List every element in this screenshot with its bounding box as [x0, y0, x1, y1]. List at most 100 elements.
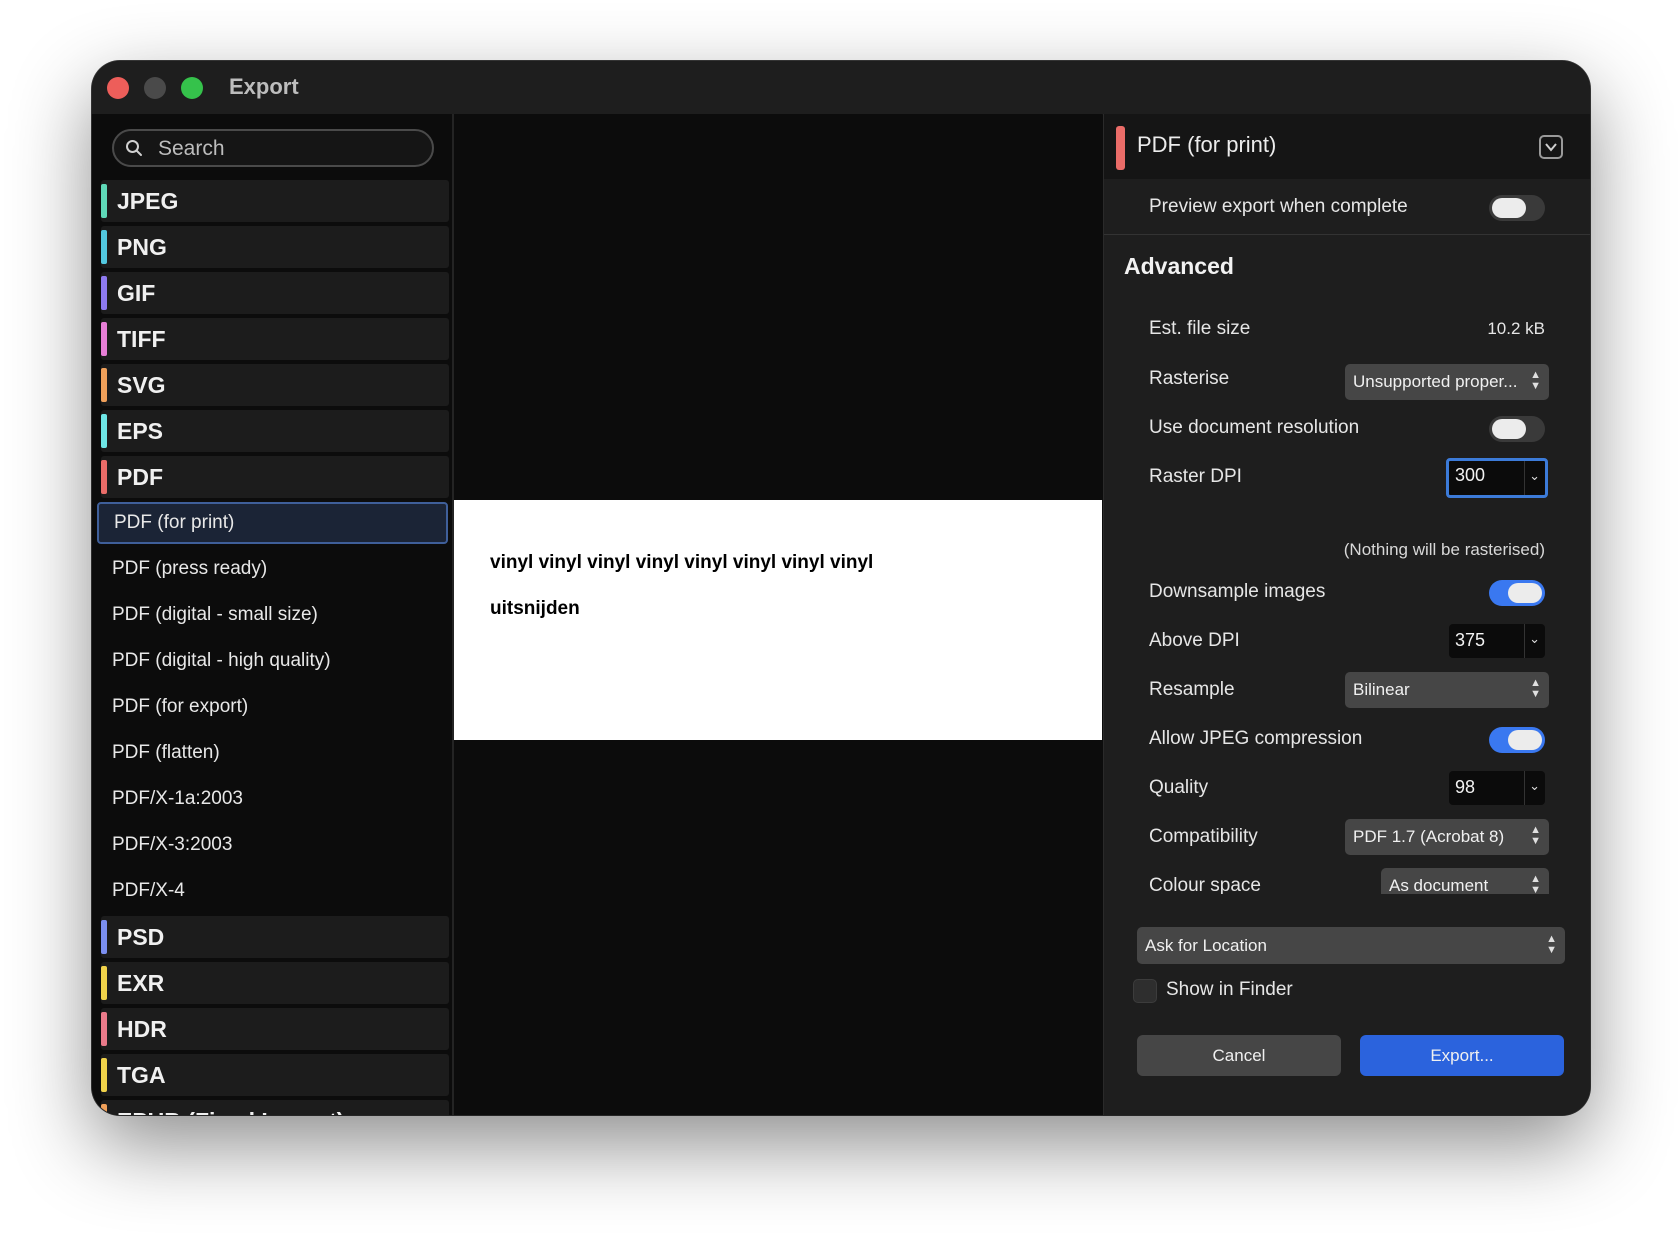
allow-jpeg-compression-label: Allow JPEG compression [1149, 728, 1363, 749]
format-category-jpeg[interactable]: JPEG [101, 180, 449, 222]
format-category-label: EPUB (Fixed Layout) [117, 1108, 344, 1115]
show-in-finder-label[interactable]: Show in Finder [1166, 979, 1293, 1001]
raster-dpi-label: Raster DPI [1149, 466, 1242, 487]
category-color-bar [101, 1058, 107, 1092]
quality-label: Quality [1149, 777, 1209, 798]
format-category-pdf[interactable]: PDF [101, 456, 449, 498]
updown-arrows-icon: ▲ ▼ [1530, 369, 1541, 392]
export-button[interactable]: Export... [1360, 1035, 1564, 1076]
minimize-window-button[interactable] [144, 77, 166, 99]
category-color-bar [101, 276, 107, 310]
zoom-window-button[interactable] [181, 77, 203, 99]
format-preset-label: PDF (press ready) [112, 558, 268, 579]
format-category-tiff[interactable]: TIFF [101, 318, 449, 360]
rasterise-select[interactable]: Unsupported proper... ▲ ▼ [1345, 364, 1549, 400]
search-field[interactable] [112, 129, 434, 167]
category-color-bar [101, 368, 107, 402]
preview-when-complete-toggle[interactable] [1489, 195, 1545, 221]
colour-space-value: As document [1389, 876, 1489, 895]
category-color-bar [101, 184, 107, 218]
format-category-label: PDF [117, 464, 163, 490]
window-title: Export [229, 74, 299, 99]
location-value: Ask for Location [1145, 936, 1267, 955]
preset-header: PDF (for print) [1104, 114, 1590, 179]
format-category-label: PNG [117, 234, 167, 260]
raster-note: (Nothing will be rasterised) [1343, 540, 1545, 559]
updown-arrows-icon: ▲ ▼ [1530, 677, 1541, 700]
format-category-hdr[interactable]: HDR [101, 1008, 449, 1050]
format-preset-item[interactable]: PDF/X-3:2003 [97, 824, 447, 866]
format-preset-label: PDF (digital - high quality) [112, 650, 331, 671]
updown-arrows-icon: ▲ ▼ [1530, 824, 1541, 847]
format-preset-item[interactable]: PDF/X-4 [97, 870, 447, 912]
format-category-label: GIF [117, 280, 156, 306]
chevron-down-icon[interactable]: ⌄ [1529, 778, 1540, 794]
compatibility-label: Compatibility [1149, 826, 1258, 847]
format-category-label: TIFF [117, 326, 166, 352]
resample-label: Resample [1149, 679, 1235, 700]
format-sidebar: JPEG PNG GIF TIFF SVG EPS PDF PDF (for print) PD… [92, 114, 454, 1115]
raster-dpi-value: 300 [1455, 465, 1486, 485]
format-category-label: HDR [117, 1016, 167, 1042]
above-dpi-value: 375 [1455, 630, 1486, 650]
compatibility-select[interactable]: PDF 1.7 (Acrobat 8) ▲ ▼ [1345, 819, 1549, 855]
format-category-gif[interactable]: GIF [101, 272, 449, 314]
resample-value: Bilinear [1353, 680, 1410, 699]
advanced-section-title: Advanced [1124, 253, 1234, 279]
category-color-bar [101, 414, 107, 448]
format-category-png[interactable]: PNG [101, 226, 449, 268]
settings-panel: PDF (for print) Preview export when comp… [1103, 114, 1590, 1115]
cancel-button[interactable]: Cancel [1137, 1035, 1341, 1076]
rasterise-value: Unsupported proper... [1353, 372, 1518, 391]
close-window-button[interactable] [107, 77, 129, 99]
toggle-knob [1492, 198, 1526, 218]
downsample-images-toggle[interactable] [1489, 580, 1545, 606]
format-preset-item[interactable]: PDF (flatten) [97, 732, 447, 774]
allow-jpeg-compression-toggle[interactable] [1489, 727, 1545, 753]
use-document-resolution-label: Use document resolution [1149, 417, 1360, 438]
preview-when-complete-label: Preview export when complete [1149, 196, 1408, 217]
chevron-down-icon [1545, 143, 1557, 152]
format-category-svg[interactable]: SVG [101, 364, 449, 406]
resample-select[interactable]: Bilinear ▲ ▼ [1345, 672, 1549, 708]
preview-page: vinyl vinyl vinyl vinyl vinyl vinyl viny… [454, 500, 1102, 740]
format-preset-label: PDF (flatten) [112, 742, 220, 763]
format-preset-label: PDF (digital - small size) [112, 604, 318, 625]
format-category-label: EPS [117, 418, 164, 444]
collapse-panel-button[interactable] [1539, 135, 1563, 159]
location-select[interactable]: Ask for Location ▲ ▼ [1137, 927, 1565, 964]
use-document-resolution-toggle[interactable] [1489, 416, 1545, 442]
combo-separator [1524, 771, 1525, 805]
chevron-down-icon[interactable]: ⌄ [1529, 631, 1540, 647]
search-icon [126, 140, 142, 156]
combo-separator [1524, 624, 1525, 658]
format-category-tga[interactable]: TGA [101, 1054, 449, 1096]
show-in-finder-checkbox[interactable] [1133, 979, 1157, 1003]
format-preset-item[interactable]: PDF (digital - small size) [97, 594, 447, 636]
format-preset-item[interactable]: PDF/X-1a:2003 [97, 778, 447, 820]
export-window: Export JPEG PNG GIF TIFF SVG EPS PDF PDF (for p… [92, 61, 1590, 1115]
above-dpi-combo[interactable]: 375 ⌄ [1449, 624, 1545, 658]
format-preset-label: PDF (for export) [112, 696, 249, 717]
format-preset-item[interactable]: PDF (press ready) [97, 548, 447, 590]
raster-dpi-combo[interactable]: 300 ⌄ [1446, 458, 1548, 498]
quality-combo[interactable]: 98 ⌄ [1449, 771, 1545, 805]
format-preset-item[interactable]: PDF (for print) [97, 502, 448, 544]
preset-color-marker [1116, 126, 1125, 170]
format-category-epub-fixed-layout-[interactable]: EPUB (Fixed Layout) [101, 1100, 449, 1115]
search-input[interactable] [156, 134, 420, 164]
format-category-psd[interactable]: PSD [101, 916, 449, 958]
format-preset-item[interactable]: PDF (for export) [97, 686, 447, 728]
format-preset-label: PDF/X-3:2003 [112, 834, 233, 855]
category-color-bar [101, 230, 107, 264]
category-color-bar [101, 460, 107, 494]
format-category-eps[interactable]: EPS [101, 410, 449, 452]
chevron-down-icon[interactable]: ⌄ [1529, 468, 1540, 484]
format-preset-item[interactable]: PDF (digital - high quality) [97, 640, 447, 682]
format-category-exr[interactable]: EXR [101, 962, 449, 1004]
format-list: JPEG PNG GIF TIFF SVG EPS PDF PDF (for print) PD… [92, 180, 452, 1115]
preset-name: PDF (for print) [1137, 132, 1277, 157]
rasterise-label: Rasterise [1149, 368, 1230, 389]
format-preset-label: PDF/X-4 [112, 880, 185, 901]
category-color-bar [101, 1104, 107, 1115]
